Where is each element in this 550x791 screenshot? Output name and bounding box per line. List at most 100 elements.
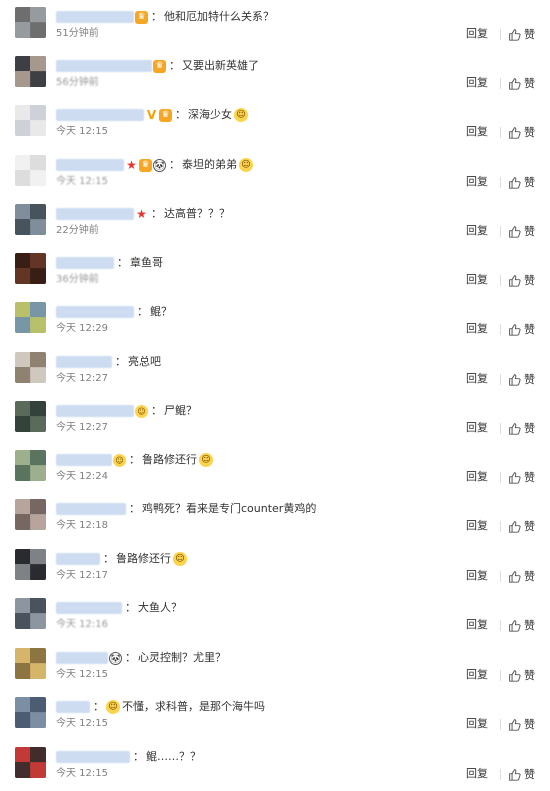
reply-button[interactable]: 回复 xyxy=(466,372,488,386)
avatar[interactable] xyxy=(15,499,46,530)
username-link[interactable] xyxy=(56,454,112,466)
reply-button[interactable]: 回复 xyxy=(466,717,488,731)
avatar[interactable] xyxy=(15,155,46,186)
like-button[interactable]: 赞 xyxy=(508,421,535,435)
comment-row: ☺：尸鲲？ 今天 12:27 回复 赞 xyxy=(0,394,550,443)
reply-button[interactable]: 回复 xyxy=(466,470,488,484)
username-link[interactable] xyxy=(56,652,108,664)
face-emoji: ☺ xyxy=(199,453,213,467)
reply-button[interactable]: 回复 xyxy=(466,569,488,583)
avatar[interactable] xyxy=(15,56,46,87)
comment-row: ：鲲？ 今天 12:29 回复 赞 xyxy=(0,295,550,344)
reply-button[interactable]: 回复 xyxy=(466,224,488,238)
action-divider xyxy=(500,177,501,188)
action-divider xyxy=(500,571,501,582)
reply-button[interactable]: 回复 xyxy=(466,175,488,189)
like-label: 赞 xyxy=(524,373,535,386)
timestamp: 今天 12:16 xyxy=(56,619,108,630)
like-label: 赞 xyxy=(524,225,535,238)
colon-separator: ： xyxy=(125,651,136,664)
colon-separator: ： xyxy=(137,305,148,318)
like-button[interactable]: 赞 xyxy=(508,273,535,287)
timestamp: 22分钟前 xyxy=(56,225,99,236)
comment-text: 鲲？ xyxy=(150,305,172,318)
like-button[interactable]: 赞 xyxy=(508,372,535,386)
thumbs-up-icon xyxy=(509,176,521,189)
timestamp: 51分钟前 xyxy=(56,28,99,39)
username-link[interactable] xyxy=(56,257,114,269)
avatar[interactable] xyxy=(15,697,46,728)
thumbs-up-icon xyxy=(509,718,521,731)
like-label: 赞 xyxy=(524,28,535,41)
thumbs-up-icon xyxy=(509,77,521,90)
username-link[interactable] xyxy=(56,159,124,171)
username-link[interactable] xyxy=(56,503,126,515)
avatar[interactable] xyxy=(15,747,46,778)
avatar[interactable] xyxy=(15,450,46,481)
avatar[interactable] xyxy=(15,401,46,432)
avatar[interactable] xyxy=(15,352,46,383)
reply-button[interactable]: 回复 xyxy=(466,767,488,781)
timestamp: 今天 12:15 xyxy=(56,718,108,729)
colon-separator: ： xyxy=(129,502,140,515)
like-button[interactable]: 赞 xyxy=(508,224,535,238)
comment-line: ： ☺ 不懂，求科普，是那个海牛吗 xyxy=(56,698,265,716)
colon-separator: ： xyxy=(117,256,128,269)
timestamp: 今天 12:27 xyxy=(56,373,108,384)
avatar[interactable] xyxy=(15,302,46,333)
avatar[interactable] xyxy=(15,598,46,629)
action-divider xyxy=(500,324,501,335)
comment-row: 🐼：心灵控制？尤里？ 今天 12:15 回复 赞 xyxy=(0,641,550,690)
reply-button[interactable]: 回复 xyxy=(466,519,488,533)
username-link[interactable] xyxy=(56,405,134,417)
like-button[interactable]: 赞 xyxy=(508,76,535,90)
reply-button[interactable]: 回复 xyxy=(466,125,488,139)
comment-list: ♛：他和厄加特什么关系？ 51分钟前 回复赞 ♛：又要出新英雄了 56分钟前 回复赞 V ♛：… xyxy=(0,0,550,791)
thumbs-up-icon xyxy=(509,126,521,139)
timestamp: 今天 12:15 xyxy=(56,768,108,779)
username-link[interactable] xyxy=(56,11,134,23)
username-link[interactable] xyxy=(56,356,112,368)
username-link[interactable] xyxy=(56,109,144,121)
avatar[interactable] xyxy=(15,648,46,679)
like-button[interactable]: 赞 xyxy=(508,767,535,781)
username-link[interactable] xyxy=(56,602,122,614)
username-link[interactable] xyxy=(56,553,100,565)
like-button[interactable]: 赞 xyxy=(508,470,535,484)
reply-button[interactable]: 回复 xyxy=(466,27,488,41)
avatar[interactable] xyxy=(15,105,46,136)
reply-button[interactable]: 回复 xyxy=(466,322,488,336)
like-button[interactable]: 赞 xyxy=(508,322,535,336)
username-link[interactable] xyxy=(56,701,90,713)
like-button[interactable]: 赞 xyxy=(508,717,535,731)
comment-line: ★ ：达高普？？？ xyxy=(56,205,230,223)
avatar[interactable] xyxy=(15,253,46,284)
like-button[interactable]: 赞 xyxy=(508,175,535,189)
like-button[interactable]: 赞 xyxy=(508,668,535,682)
reply-button[interactable]: 回复 xyxy=(466,668,488,682)
like-button[interactable]: 赞 xyxy=(508,27,535,41)
reply-button[interactable]: 回复 xyxy=(466,618,488,632)
like-button[interactable]: 赞 xyxy=(508,519,535,533)
panda-badge-icon: 🐼 xyxy=(109,651,122,665)
comment-row: ♛：他和厄加特什么关系？ 51分钟前 回复 赞 xyxy=(0,0,550,49)
avatar[interactable] xyxy=(15,204,46,235)
like-button[interactable]: 赞 xyxy=(508,618,535,632)
comment-line: ：亮总吧 xyxy=(56,353,161,371)
reply-button[interactable]: 回复 xyxy=(466,421,488,435)
username-link[interactable] xyxy=(56,306,134,318)
like-button[interactable]: 赞 xyxy=(508,125,535,139)
face-emoji: ☺ xyxy=(239,158,253,172)
avatar[interactable] xyxy=(15,7,46,38)
reply-button[interactable]: 回复 xyxy=(466,76,488,90)
username-link[interactable] xyxy=(56,751,130,763)
username-link[interactable] xyxy=(56,208,134,220)
like-label: 赞 xyxy=(524,274,535,287)
avatar[interactable] xyxy=(15,549,46,580)
action-divider xyxy=(500,670,501,681)
username-link[interactable] xyxy=(56,60,152,72)
vip-badge-icon: ♛ xyxy=(135,10,148,24)
like-button[interactable]: 赞 xyxy=(508,569,535,583)
thumbs-up-icon xyxy=(509,768,521,781)
reply-button[interactable]: 回复 xyxy=(466,273,488,287)
